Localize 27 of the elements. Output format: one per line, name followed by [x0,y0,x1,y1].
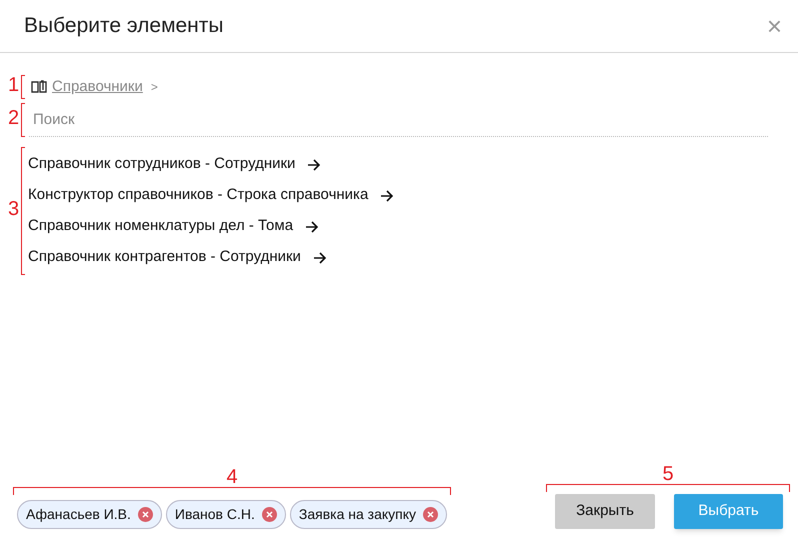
annotation-bracket [21,103,25,137]
breadcrumb-separator: > [150,79,158,96]
search-field[interactable]: Поиск [29,103,768,137]
selected-chip: Иванов С.Н. [166,500,286,529]
breadcrumb-link[interactable]: Справочники [52,76,143,98]
selected-chip: Заявка на закупку [290,500,448,529]
remove-icon[interactable] [262,507,277,522]
book-icon [31,80,48,94]
annotation-number: 5 [662,464,674,484]
arrow-right-icon [305,220,320,232]
annotation-number: 1 [8,74,20,96]
remove-icon[interactable] [138,507,153,522]
list-item[interactable]: Справочник номенклатуры дел - Тома [28,211,394,242]
annotation-number: 3 [8,198,20,220]
annotation-number: 4 [226,467,238,487]
list-item[interactable]: Справочник сотрудников - Сотрудники [28,149,394,180]
close-dialog-button[interactable]: Закрыть [555,494,655,529]
annotation-bracket [21,75,25,99]
remove-icon[interactable] [423,507,438,522]
window-title: Выберите элементы [24,13,224,40]
arrow-right-icon [312,252,327,264]
arrow-right-icon [380,190,394,202]
list-item[interactable]: Конструктор справочников - Строка справочника [28,180,394,211]
list-item[interactable]: Справочник контрагентов - Сотрудники [28,242,394,273]
annotation-number: 2 [8,107,20,129]
selected-chip: Афанасьев И.В. [17,500,162,529]
arrow-right-icon [307,158,322,170]
